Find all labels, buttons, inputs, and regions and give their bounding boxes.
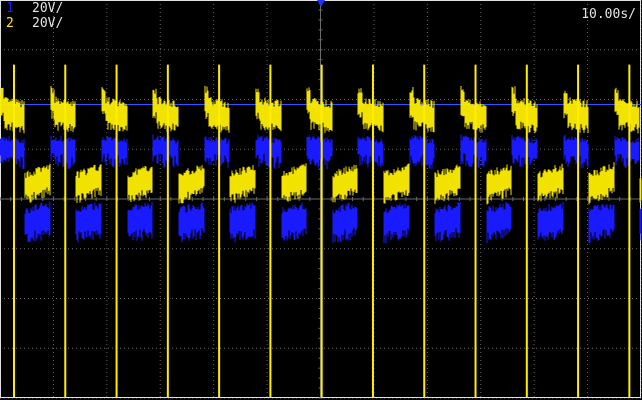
trigger-position-marker[interactable] <box>317 0 325 7</box>
channel-2-scale: 20V/ <box>32 16 64 31</box>
channel-1-label[interactable]: 1 <box>6 2 14 16</box>
channel-1-scale: 20V/ <box>32 1 64 16</box>
channel-2-label[interactable]: 2 <box>6 17 14 31</box>
timebase-readout: 10.00s/ <box>581 7 636 22</box>
oscilloscope-screen: 1 2 20V/ 20V/ 10.00s/ <box>0 0 642 400</box>
waveform-plot <box>0 0 642 399</box>
